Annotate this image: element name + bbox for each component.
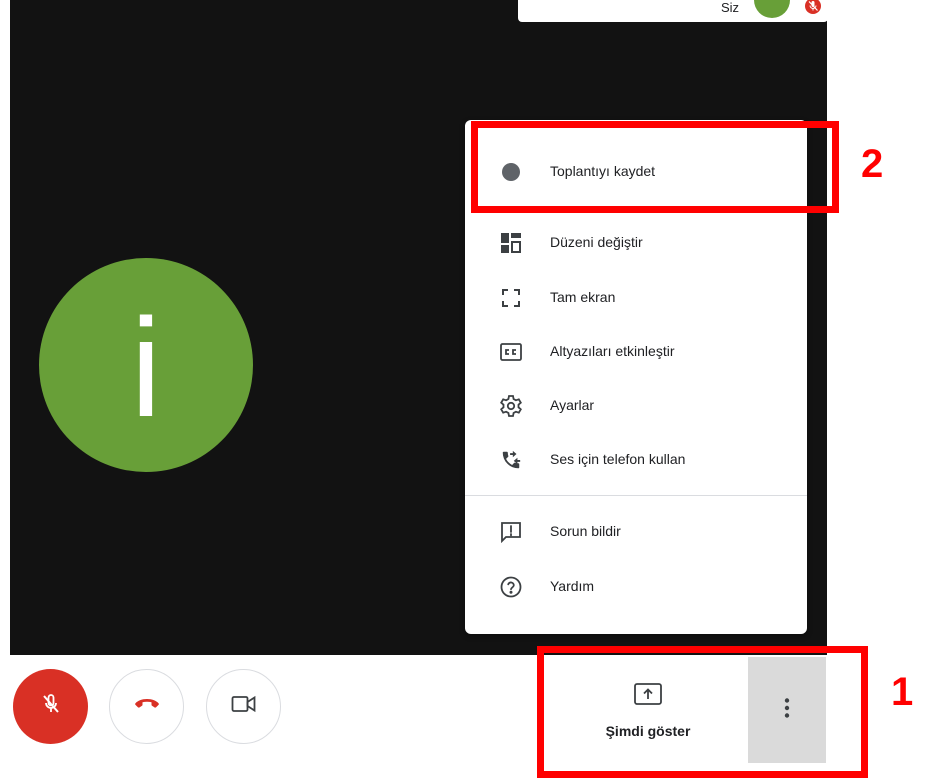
menu-item-phone-audio[interactable]: Ses için telefon kullan	[465, 436, 807, 484]
annotation-number-1: 1	[891, 670, 914, 714]
self-label: Siz	[721, 0, 740, 15]
annotation-box-2	[471, 121, 839, 213]
video-camera-icon	[231, 695, 257, 718]
menu-item-label: Ayarlar	[550, 397, 595, 413]
menu-divider	[465, 495, 807, 496]
menu-item-fullscreen[interactable]: Tam ekran	[465, 274, 807, 322]
menu-item-label: Düzeni değiştir	[550, 234, 643, 250]
captions-icon	[499, 340, 523, 364]
menu-item-label: Sorun bildir	[550, 523, 621, 539]
menu-item-label: Yardım	[550, 578, 595, 594]
mic-off-icon	[39, 692, 63, 721]
camera-toggle-button[interactable]	[206, 669, 281, 744]
self-mic-off-icon	[805, 0, 821, 14]
help-icon	[499, 575, 523, 599]
feedback-icon	[499, 520, 523, 544]
annotation-number-2: 2	[861, 142, 884, 186]
leave-call-button[interactable]	[109, 669, 184, 744]
participant-initial: i	[130, 289, 162, 446]
menu-item-help[interactable]: Yardım	[465, 563, 807, 611]
menu-item-settings[interactable]: Ayarlar	[465, 382, 807, 430]
hang-up-icon	[134, 697, 160, 716]
layout-icon	[499, 231, 523, 255]
menu-item-captions[interactable]: Altyazıları etkinleştir	[465, 328, 807, 376]
self-avatar	[754, 0, 790, 18]
menu-item-report-problem[interactable]: Sorun bildir	[465, 508, 807, 556]
menu-item-label: Tam ekran	[550, 289, 616, 305]
menu-item-label: Altyazıları etkinleştir	[550, 343, 675, 359]
self-view-tile[interactable]: Siz	[518, 0, 828, 22]
fullscreen-icon	[499, 286, 523, 310]
menu-item-change-layout[interactable]: Düzeni değiştir	[465, 219, 807, 267]
participant-avatar: i	[39, 258, 253, 472]
phone-forward-icon	[499, 448, 523, 472]
menu-item-label: Ses için telefon kullan	[550, 451, 686, 467]
annotation-box-1	[537, 646, 868, 778]
mic-toggle-button[interactable]	[13, 669, 88, 744]
settings-gear-icon	[499, 394, 523, 418]
